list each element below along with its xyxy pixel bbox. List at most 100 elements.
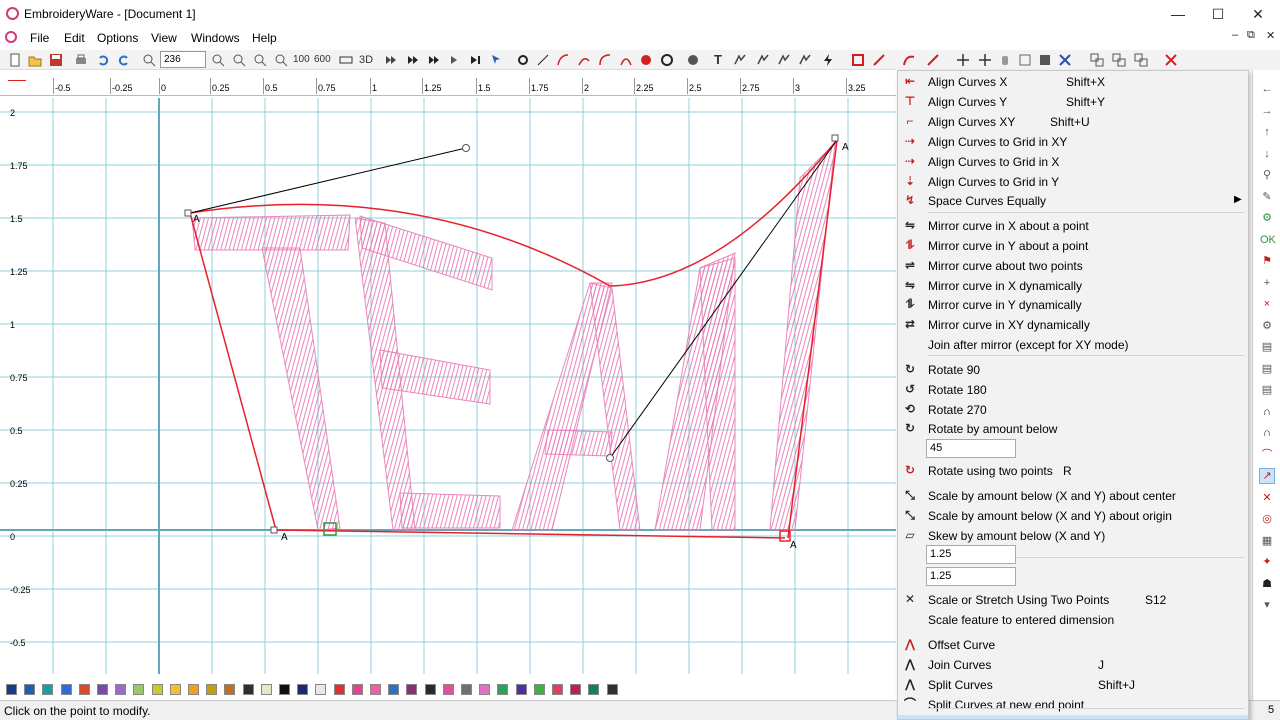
hand-icon[interactable] (998, 53, 1012, 67)
menu-item-rotate-using-two-points[interactable]: ↻ Rotate using two points R (898, 461, 1248, 480)
thread-color-swatch[interactable] (588, 684, 600, 695)
menu-item-mirror-curve-in-x-about-a-point[interactable]: ⇋ Mirror curve in X about a point (898, 216, 1248, 235)
thread-color-swatch[interactable] (42, 684, 54, 695)
menu-item-join-curves[interactable]: ⋀ Join Curves J (898, 655, 1248, 674)
arrow-left-icon[interactable]: ← (1260, 82, 1274, 96)
move-icon[interactable] (956, 53, 970, 67)
menu-item-scale-feature-to-entered-dimension[interactable]: Scale feature to entered dimension (898, 610, 1248, 629)
menu-help[interactable]: Help (252, 31, 277, 45)
new-file-icon[interactable] (8, 53, 22, 67)
thread-color-swatch[interactable] (351, 684, 363, 695)
thread-color-swatch[interactable] (169, 684, 181, 695)
thread-color-swatch[interactable] (315, 684, 327, 695)
menu-item-split-curves[interactable]: ⋀ Split Curves Shift+J (898, 675, 1248, 694)
thread-color-swatch[interactable] (442, 684, 454, 695)
menu-options[interactable]: Options (97, 31, 138, 45)
node-delete-icon[interactable]: × (1260, 297, 1274, 311)
thread-color-swatch[interactable] (570, 684, 582, 695)
mdi-close-button[interactable]: ✕ (1266, 29, 1275, 42)
menu-item-rotate-by-amount-below[interactable]: ↻ Rotate by amount below (898, 419, 1248, 438)
skew-y-input[interactable]: 1.25 (926, 567, 1016, 586)
first-stitch-icon[interactable] (384, 53, 398, 67)
menu-item-align-curves-xy[interactable]: ⌐ Align Curves XY Shift+U (898, 112, 1248, 131)
thread-color-swatch[interactable] (479, 684, 491, 695)
layers-icon[interactable]: ▤ (1260, 340, 1274, 354)
save-icon[interactable] (49, 53, 63, 67)
line-tool-icon[interactable] (536, 53, 550, 67)
step-forward-icon[interactable] (468, 53, 482, 67)
pen-icon[interactable] (872, 53, 886, 67)
zoom-in-icon[interactable] (211, 53, 225, 67)
rotate-amount-input[interactable]: 45 (926, 439, 1016, 458)
menu-file[interactable]: File (30, 31, 49, 45)
menu-item-mirror-curve-in-x-dynamically[interactable]: ⇋ Mirror curve in X dynamically (898, 276, 1248, 295)
menu-item-rotate-180[interactable]: ↺ Rotate 180 (898, 380, 1248, 399)
grid-icon[interactable] (1018, 53, 1032, 67)
menu-item-offset-curve[interactable]: ⋀ Offset Curve (898, 635, 1248, 654)
thread-color-swatch[interactable] (6, 684, 17, 695)
thread-color-swatch[interactable] (24, 684, 36, 695)
canvas-drawing[interactable]: 2 1.75 1.5 1.25 1 0.75 0.5 0.25 0 -0.25 -0.5 A A A A (0, 98, 896, 674)
play-stitch-icon[interactable] (427, 53, 441, 67)
thread-color-swatch[interactable] (224, 684, 236, 695)
menu-view[interactable]: View (151, 31, 177, 45)
menu-item-mirror-curve-in-y-about-a-point[interactable]: ⥮ Mirror curve in Y about a point (898, 236, 1248, 255)
satin-icon[interactable] (798, 53, 812, 67)
thread-color-swatch[interactable] (533, 684, 545, 695)
thread-color-swatch[interactable] (406, 684, 418, 695)
close-button[interactable]: ✕ (1238, 4, 1278, 24)
thread-color-swatch[interactable] (78, 684, 90, 695)
node-add-icon[interactable]: + (1260, 276, 1274, 290)
frame-icon[interactable] (851, 53, 865, 67)
undo-icon[interactable] (96, 53, 110, 67)
settings-icon[interactable]: ⚙ (1260, 319, 1274, 333)
menu-item-space-curves-equally[interactable]: ↯ Space Curves Equally ▶ (898, 191, 1248, 210)
mdi-minimize-button[interactable]: – (1232, 29, 1238, 41)
pattern-icon[interactable] (686, 53, 700, 67)
measure-icon[interactable] (339, 53, 353, 67)
thread-color-swatch[interactable] (206, 684, 218, 695)
menu-item-split-curves-at-new-end-point[interactable]: ⌒ Split Curves at new end point (898, 695, 1248, 714)
menu-item-mirror-curve-in-xy-dynamically[interactable]: ⇄ Mirror curve in XY dynamically (898, 315, 1248, 334)
group-icon[interactable] (1090, 53, 1104, 67)
grid-tool-icon[interactable]: ▦ (1260, 534, 1274, 548)
ungroup-icon[interactable] (1112, 53, 1126, 67)
stitch-type-icon[interactable] (660, 53, 674, 67)
lightning-icon[interactable] (821, 53, 835, 67)
menu-item-align-curves-x[interactable]: ⇤ Align Curves X Shift+X (898, 72, 1248, 91)
star-icon[interactable]: ✦ (1260, 555, 1274, 569)
scissors-icon[interactable] (1058, 53, 1072, 67)
curve-active-icon[interactable]: ↗ (1259, 468, 1275, 484)
fill-tool-icon[interactable] (639, 53, 653, 67)
menu-item-join-after-mirror-except-for-xy-mode[interactable]: Join after mirror (except for XY mode) (898, 335, 1248, 354)
thread-color-swatch[interactable] (461, 684, 472, 695)
menu-item-mirror-curve-about-two-points[interactable]: ⇌ Mirror curve about two points (898, 256, 1248, 275)
menu-item-align-curves-to-grid-in-y[interactable]: ⇣ Align Curves to Grid in Y (898, 172, 1248, 191)
menu-edit[interactable]: Edit (64, 31, 85, 45)
menu-windows[interactable]: Windows (191, 31, 240, 45)
mdi-restore-button[interactable]: ⧉ (1247, 29, 1255, 42)
print-icon[interactable] (74, 53, 88, 67)
menu-item-rotate-270[interactable]: ⟲ Rotate 270 (898, 400, 1248, 419)
curve-icon[interactable]: ⌒ (1260, 448, 1274, 462)
menu-item-mirror-curve-in-y-dynamically[interactable]: ⥮ Mirror curve in Y dynamically (898, 295, 1248, 314)
menu-item-scale-by-amount-below-x-and-y-about-origin[interactable]: ⤡ Scale by amount below (X and Y) about o… (898, 506, 1248, 525)
thread-color-swatch[interactable] (151, 684, 163, 695)
thread-color-swatch[interactable] (515, 684, 527, 695)
trace-icon[interactable] (777, 53, 791, 67)
thread-color-swatch[interactable] (115, 684, 127, 695)
zoom-window-icon[interactable] (253, 53, 267, 67)
design-canvas[interactable]: 2 1.75 1.5 1.25 1 0.75 0.5 0.25 0 -0.25 -0.5 A A A A (0, 98, 896, 674)
zoom-100-button[interactable]: 100 (293, 54, 310, 65)
thread-color-swatch[interactable] (370, 684, 381, 695)
thread-color-swatch[interactable] (60, 684, 72, 695)
curve-menu-icon[interactable] (902, 53, 916, 67)
more-icon[interactable]: ▾ (1260, 598, 1274, 612)
thread-color-swatch[interactable] (606, 684, 618, 695)
person-icon[interactable]: ☗ (1260, 577, 1274, 591)
arc-2-icon[interactable]: ∩ (1260, 426, 1274, 440)
badge-icon[interactable]: ⚙ (1260, 211, 1274, 225)
cancel-tool-icon[interactable] (1164, 53, 1178, 67)
thread-color-swatch[interactable] (242, 684, 254, 695)
move-all-icon[interactable] (978, 53, 992, 67)
